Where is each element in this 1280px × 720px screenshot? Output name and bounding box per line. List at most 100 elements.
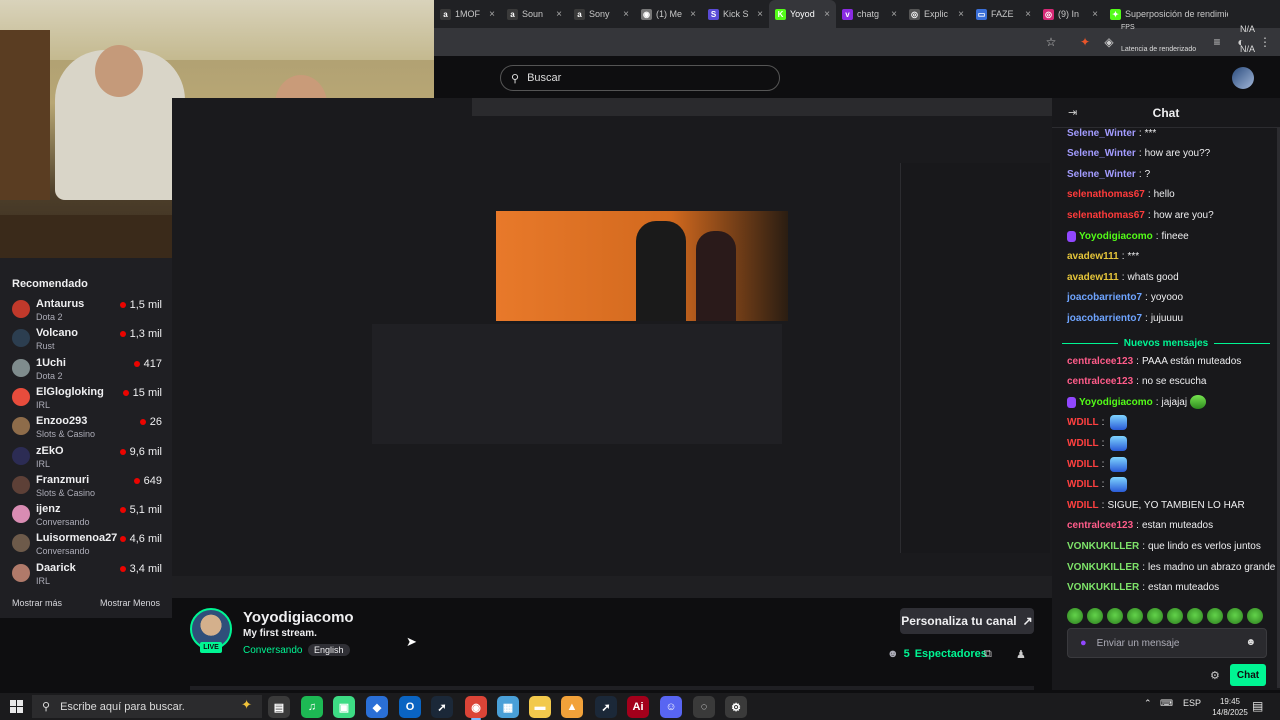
close-tab-icon[interactable]: × — [690, 9, 696, 20]
close-tab-icon[interactable]: × — [1025, 9, 1031, 20]
browser-tab[interactable]: v chatg × — [836, 0, 903, 28]
close-tab-icon[interactable]: × — [824, 9, 830, 20]
emote-icon[interactable] — [1107, 608, 1123, 624]
stream-category[interactable]: Conversando — [243, 645, 302, 656]
chat-username[interactable]: WDILL — [1067, 438, 1099, 449]
taskbar-task-view-icon[interactable]: ▤ — [268, 696, 290, 718]
keyboard-icon[interactable]: ⌨ — [1160, 698, 1173, 709]
emote-icon[interactable] — [1167, 608, 1183, 624]
chat-username[interactable]: centralcee123 — [1067, 376, 1133, 387]
recommended-channel-item[interactable]: Franzmuri Slots & Casino 649 — [12, 474, 162, 503]
close-tab-icon[interactable]: × — [1092, 9, 1098, 20]
microphone-icon[interactable]: ● — [1080, 637, 1087, 649]
taskbar-files-app-icon[interactable]: ▦ — [497, 696, 519, 718]
taskbar-adobe-icon[interactable]: Ai — [627, 696, 649, 718]
taskbar-discord-icon[interactable]: ☺ — [660, 696, 682, 718]
chat-username[interactable]: WDILL — [1067, 459, 1099, 470]
chat-username[interactable]: Yoyodigiacomo — [1079, 231, 1153, 242]
search-input[interactable]: ⚲ Buscar — [500, 65, 780, 91]
channel-name[interactable]: Yoyodigiacomo — [243, 609, 354, 626]
chat-settings-gear-icon[interactable]: ⚙ — [1210, 669, 1220, 682]
taskbar-vpn-shield-icon[interactable]: ▲ — [561, 696, 583, 718]
chat-username[interactable]: joacobarriento7 — [1067, 292, 1142, 303]
chat-username[interactable]: Selene_Winter — [1067, 169, 1136, 180]
emote-icon[interactable] — [1207, 608, 1223, 624]
chat-username[interactable]: avadew111 — [1067, 272, 1119, 283]
close-tab-icon[interactable]: × — [489, 9, 495, 20]
language-indicator[interactable]: ESP — [1183, 698, 1201, 708]
show-more-link[interactable]: Mostrar más — [12, 598, 62, 608]
customize-channel-button[interactable]: Personaliza tu canal ↗ — [900, 608, 1034, 634]
close-tab-icon[interactable]: × — [556, 9, 562, 20]
chat-username[interactable]: Selene_Winter — [1067, 148, 1136, 159]
recommended-channel-item[interactable]: zEkO IRL 9,6 mil — [12, 445, 162, 474]
close-tab-icon[interactable]: × — [891, 9, 897, 20]
chat-username[interactable]: joacobarriento7 — [1067, 313, 1142, 324]
recommended-channel-item[interactable]: ElGlogloking IRL 15 mil — [12, 386, 162, 415]
browser-tab[interactable]: a Soun × — [501, 0, 568, 28]
taskbar-spotify-icon[interactable]: ♫ — [301, 696, 323, 718]
chat-username[interactable]: VONKUKILLER — [1067, 582, 1139, 593]
taskbar-chrome-icon[interactable]: ◉ — [465, 696, 487, 720]
recommended-channel-item[interactable]: Enzoo293 Slots & Casino 26 — [12, 415, 162, 444]
browser-tab[interactable]: K Yoyod × — [769, 0, 836, 28]
chat-username[interactable]: centralcee123 — [1067, 356, 1133, 367]
browser-tab[interactable]: ◉ (1) Me × — [635, 0, 702, 28]
emote-icon[interactable] — [1067, 608, 1083, 624]
show-less-link[interactable]: Mostrar Menos — [100, 598, 160, 608]
chat-send-button[interactable]: Chat — [1230, 664, 1266, 686]
taskbar-copilot-app-icon[interactable]: ◆ — [366, 696, 388, 718]
emote-icon[interactable] — [1227, 608, 1243, 624]
chat-message-input[interactable]: ● Enviar un mensaje ☻ — [1067, 628, 1267, 658]
emote-icon[interactable] — [1147, 608, 1163, 624]
chat-username[interactable]: VONKUKILLER — [1067, 562, 1139, 573]
browser-tab[interactable]: a Sony × — [568, 0, 635, 28]
browser-tab[interactable]: S Kick S × — [702, 0, 769, 28]
system-clock[interactable]: 19:45 14/8/2025 — [1210, 696, 1250, 718]
tray-chevron-icon[interactable]: ⌃ — [1144, 698, 1152, 709]
chat-username[interactable]: selenathomas67 — [1067, 210, 1145, 221]
user-avatar[interactable] — [1232, 67, 1254, 89]
taskbar-file-explorer-icon[interactable]: ▬ — [529, 696, 551, 718]
browser-tab[interactable]: a 1MOF × — [434, 0, 501, 28]
close-tab-icon[interactable]: × — [958, 9, 964, 20]
taskbar-obs-icon[interactable]: ◌ — [693, 696, 715, 718]
recommended-channel-item[interactable]: Volcano Rust 1,3 mil — [12, 327, 162, 356]
emote-icon[interactable] — [1087, 608, 1103, 624]
chat-username[interactable]: WDILL — [1067, 479, 1099, 490]
recommended-channel-item[interactable]: Luisormenoa27 Conversando 4,6 mil — [12, 532, 162, 561]
windows-start-icon[interactable] — [10, 700, 24, 714]
copilot-sparkle-icon[interactable]: ✦ — [241, 697, 252, 713]
browser-tab[interactable]: ◎ Explic × — [903, 0, 970, 28]
notification-icon[interactable]: ▤ — [1252, 699, 1263, 713]
emote-icon[interactable] — [1127, 608, 1143, 624]
recommended-channel-item[interactable]: 1Uchi Dota 2 417 — [12, 357, 162, 386]
emote-icon[interactable] — [1247, 608, 1263, 624]
taskbar-android-app-icon[interactable]: ▣ — [333, 696, 355, 718]
chat-username[interactable]: selenathomas67 — [1067, 189, 1145, 200]
taskbar-outlook-icon[interactable]: O — [399, 696, 421, 718]
language-tag[interactable]: English — [308, 644, 350, 656]
emoji-picker-icon[interactable]: ☻ — [1245, 637, 1256, 648]
taskbar-settings-icon[interactable]: ⚙ — [725, 696, 747, 718]
follow-user-icon[interactable]: ♟ — [1016, 648, 1026, 661]
taskbar-search-input[interactable]: ⚲ Escribe aquí para buscar. ✦ — [32, 695, 262, 718]
share-icon[interactable]: ⧉ — [984, 648, 992, 661]
chat-username[interactable]: WDILL — [1067, 417, 1099, 428]
emote-icon[interactable] — [1187, 608, 1203, 624]
taskbar-steam-a-icon[interactable]: ➚ — [431, 696, 453, 718]
browser-tab[interactable]: ◎ (9) In × — [1037, 0, 1104, 28]
chat-username[interactable]: WDILL — [1067, 500, 1099, 511]
bookmark-star-icon[interactable]: ☆ — [1044, 35, 1058, 49]
chat-username[interactable]: Selene_Winter — [1067, 128, 1136, 139]
taskbar-steam-b-icon[interactable]: ➚ — [595, 696, 617, 718]
close-tab-icon[interactable]: × — [757, 9, 763, 20]
chat-username[interactable]: avadew111 — [1067, 251, 1119, 262]
extension-icon[interactable]: ✦ — [1078, 35, 1092, 49]
chat-username[interactable]: VONKUKILLER — [1067, 541, 1139, 552]
close-tab-icon[interactable]: × — [623, 9, 629, 20]
recommended-channel-item[interactable]: ijenz Conversando 5,1 mil — [12, 503, 162, 532]
browser-tab[interactable]: ▭ FAZE × — [970, 0, 1037, 28]
chat-username[interactable]: Yoyodigiacomo — [1079, 397, 1153, 408]
recommended-channel-item[interactable]: Antaurus Dota 2 1,5 mil — [12, 298, 162, 327]
